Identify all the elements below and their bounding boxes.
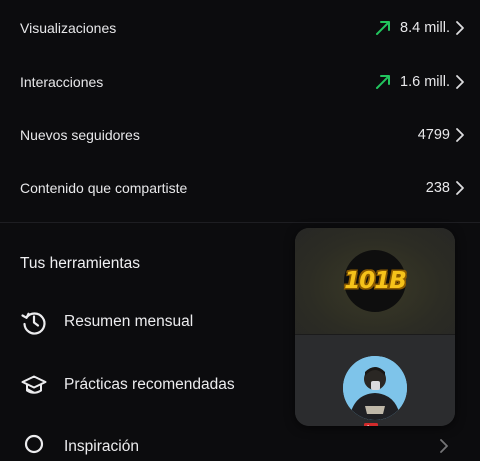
stat-row-contenido-compartido[interactable]: Contenido que compartiste 238	[0, 162, 480, 214]
chevron-right-icon	[456, 128, 464, 142]
stat-value: 8.4 mill.	[400, 20, 450, 36]
trend-up-icon	[376, 21, 391, 35]
tool-label: Resumen mensual	[64, 313, 194, 330]
chevron-right-icon	[456, 21, 464, 35]
stat-label: Contenido que compartiste	[20, 180, 188, 196]
stat-row-nuevos-seguidores[interactable]: Nuevos seguidores 4799	[0, 109, 480, 161]
section-divider	[0, 222, 480, 223]
stat-label: Nuevos seguidores	[20, 127, 140, 143]
floating-call-panel[interactable]: 101B	[295, 228, 455, 426]
trend-up-icon	[376, 75, 391, 89]
stat-row-interacciones[interactable]: Interacciones 1.6 mill.	[0, 56, 480, 108]
stat-row-visualizaciones[interactable]: Visualizaciones 8.4 mill.	[0, 2, 480, 54]
graduation-cap-icon	[21, 375, 47, 394]
chevron-right-icon	[456, 75, 464, 89]
logo-badge: 101B	[344, 250, 407, 312]
stat-value-group: 8.4 mill.	[374, 19, 450, 37]
cast-icon[interactable]	[363, 422, 379, 426]
chevron-right-icon	[456, 181, 464, 195]
stat-value: 4799	[417, 127, 450, 143]
stat-value: 238	[425, 180, 450, 196]
tool-label: Prácticas recomendadas	[64, 376, 235, 393]
avatar-photo	[343, 356, 407, 420]
tool-item-inspiracion[interactable]: Inspiración	[20, 433, 139, 461]
logo-badge-text: 101B	[344, 268, 407, 294]
tool-item-resumen-mensual[interactable]: Resumen mensual	[20, 308, 193, 336]
stat-value-group: 238	[426, 180, 450, 196]
history-icon	[21, 312, 46, 335]
stat-value-group: 1.6 mill.	[374, 73, 450, 91]
stat-value-group: 4799	[418, 127, 450, 143]
avatar[interactable]	[343, 356, 407, 420]
section-title: Tus herramientas	[20, 255, 141, 272]
stat-label: Visualizaciones	[20, 20, 117, 36]
lightbulb-icon	[24, 434, 44, 454]
tool-item-practicas-recomendadas[interactable]: Prácticas recomendadas	[20, 371, 235, 399]
stat-value: 1.6 mill.	[400, 74, 450, 90]
tool-label: Inspiración	[64, 438, 139, 455]
chevron-right-icon	[440, 439, 448, 453]
stat-label: Interacciones	[20, 74, 104, 90]
